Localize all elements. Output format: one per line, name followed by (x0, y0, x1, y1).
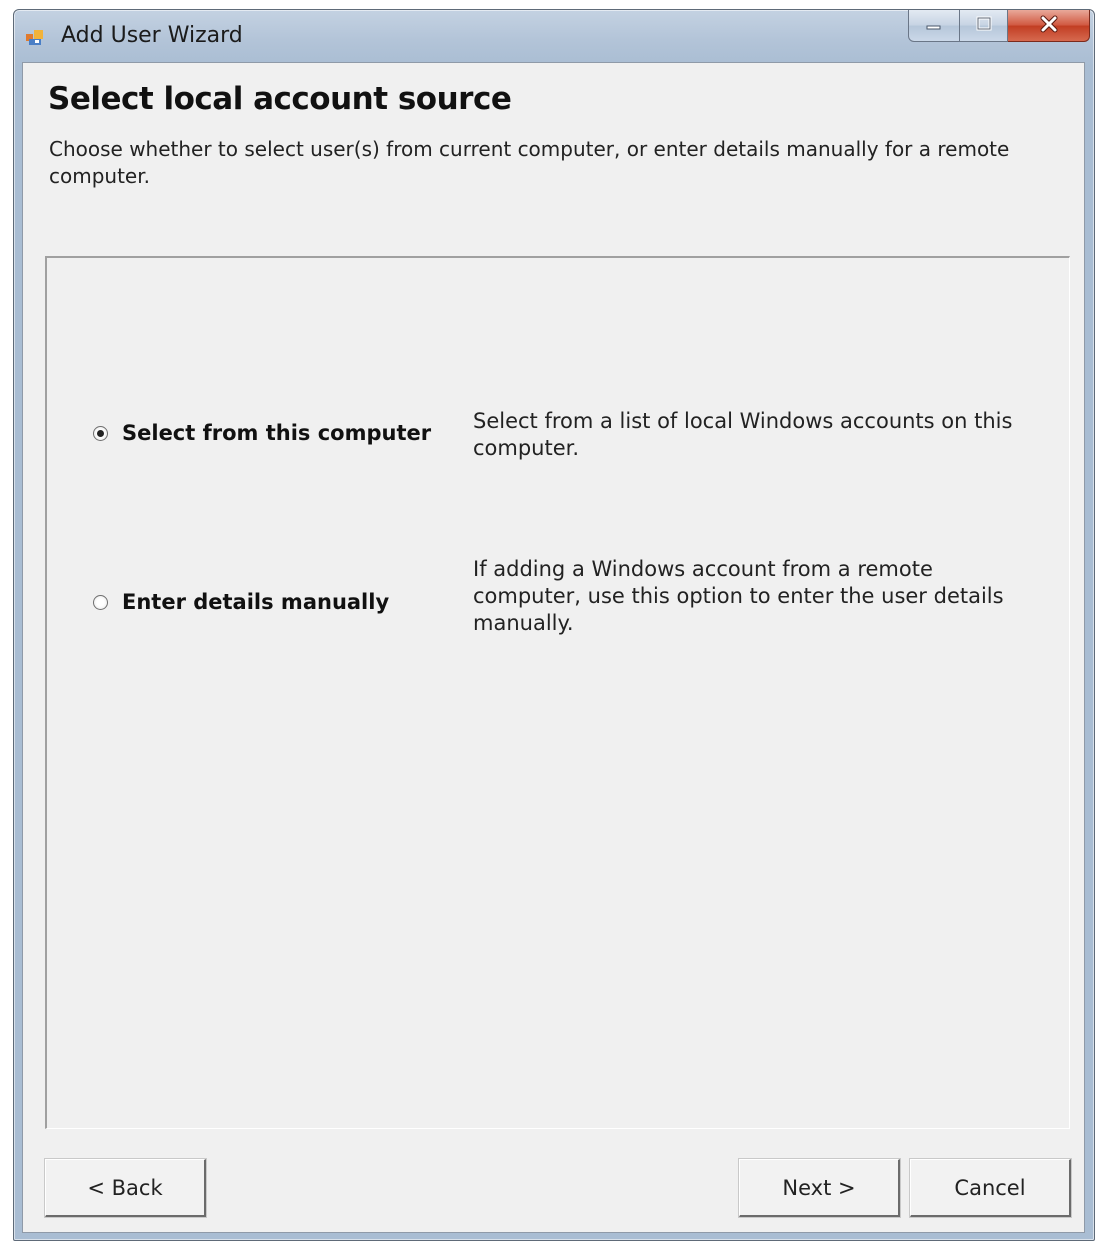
radio-label: Enter details manually (122, 590, 390, 614)
option-description: If adding a Windows account from a remot… (473, 557, 1004, 635)
close-icon (1039, 15, 1059, 37)
back-button[interactable]: < Back (45, 1159, 206, 1217)
close-button[interactable] (1008, 10, 1090, 42)
title-bar[interactable]: Add User Wizard (14, 10, 1094, 62)
maximize-button[interactable] (960, 10, 1008, 42)
page-title: Select local account source (48, 81, 512, 117)
radio-label: Select from this computer (122, 421, 432, 445)
radio-button-unchecked[interactable] (93, 594, 108, 610)
radio-button-checked[interactable] (93, 425, 108, 441)
minimize-icon (925, 16, 943, 35)
wizard-header: Select local account source Choose wheth… (23, 63, 1084, 243)
minimize-button[interactable] (908, 10, 960, 42)
options-panel: Select from this computer Select from a … (45, 256, 1070, 1129)
next-button[interactable]: Next > (739, 1159, 900, 1217)
option-description: Select from a list of local Windows acco… (473, 409, 1013, 460)
page-subtitle: Choose whether to select user(s) from cu… (49, 137, 1010, 188)
radio-enter-manually[interactable]: Enter details manually (93, 590, 389, 614)
users-app-icon (25, 27, 45, 47)
maximize-icon (975, 16, 993, 36)
wizard-window: Add User Wizard Select local account sou… (13, 9, 1095, 1241)
radio-select-from-computer[interactable]: Select from this computer (93, 421, 431, 445)
window-controls (908, 10, 1090, 44)
dialog-body: Select local account source Choose wheth… (22, 62, 1085, 1233)
window-title: Add User Wizard (61, 23, 243, 48)
cancel-button[interactable]: Cancel (910, 1159, 1071, 1217)
